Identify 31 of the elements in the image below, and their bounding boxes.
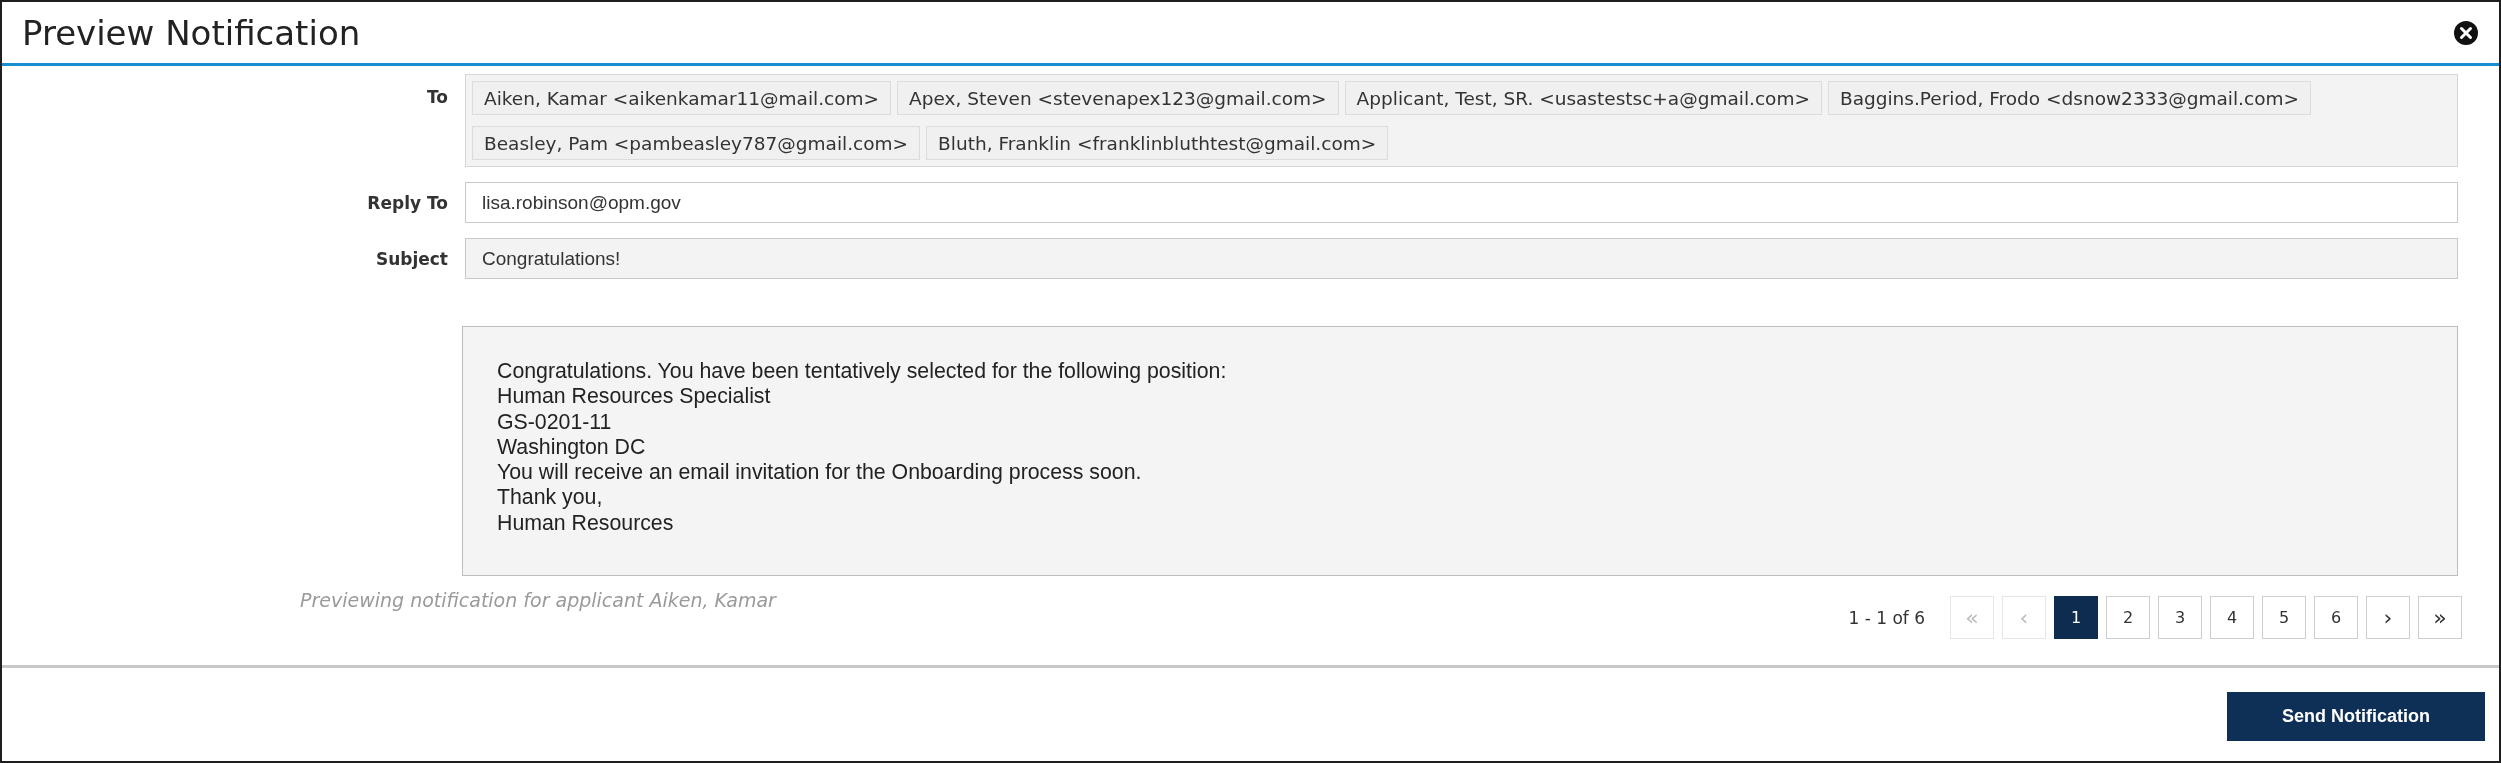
page-button[interactable]: 2 xyxy=(2106,596,2150,639)
page-button[interactable]: 5 xyxy=(2262,596,2306,639)
dialog-title: Preview Notification xyxy=(22,12,361,53)
text-field[interactable]: lisa.robinson@opm.gov xyxy=(465,182,2458,223)
message-line: Human Resources Specialist xyxy=(497,384,772,410)
message-line: Washington DC xyxy=(497,434,647,461)
message-line: Thank you, xyxy=(497,485,604,511)
page-button[interactable]: 1 xyxy=(2054,596,2098,639)
send-button[interactable]: Send Notification xyxy=(2227,692,2485,741)
text-field[interactable]: Congratulations! xyxy=(465,238,2458,279)
field-label: Subject xyxy=(374,248,449,269)
page-button[interactable]: 3 xyxy=(2158,596,2202,639)
recipient-chip: Aiken, Kamar <aikenkamar11@mail.com> xyxy=(472,81,892,115)
recipient-chip: Baggins.Period, Frodo <dsnow2333@gmail.com> xyxy=(1827,81,2311,115)
next-page-button[interactable]: › xyxy=(2366,596,2410,639)
recipient-chip: Beasley, Pam <pambeasley787@gmail.com> xyxy=(472,126,921,160)
close-icon[interactable] xyxy=(2454,20,2478,45)
field-label: Reply To xyxy=(366,192,449,213)
recipient-chip: Apex, Steven <stevenapex123@gmail.com> xyxy=(897,81,1339,115)
message-line: Human Resources xyxy=(497,510,675,537)
message-line: You will receive an email invitation for the Onboarding process soon. xyxy=(497,460,1143,486)
status-text: Previewing notification for applicant Aiken, Kamar xyxy=(300,589,776,611)
recipient-chip: Applicant, Test, SR. <usastestsc+a@gmail.com> xyxy=(1344,81,1822,115)
recipient-chip: Bluth, Franklin <franklinbluthtest@gmail.com> xyxy=(926,126,1389,160)
last-page-button[interactable]: » xyxy=(2418,596,2462,639)
field-label: To xyxy=(425,86,449,107)
page-summary: 1 - 1 of 6 xyxy=(1848,607,1925,628)
message-line: Congratulations. You have been tentatively selected for the following position: xyxy=(497,359,1228,385)
page-button[interactable]: 4 xyxy=(2210,596,2254,639)
message-line: GS-0201-11 xyxy=(497,409,613,435)
page-button[interactable]: 6 xyxy=(2314,596,2358,639)
